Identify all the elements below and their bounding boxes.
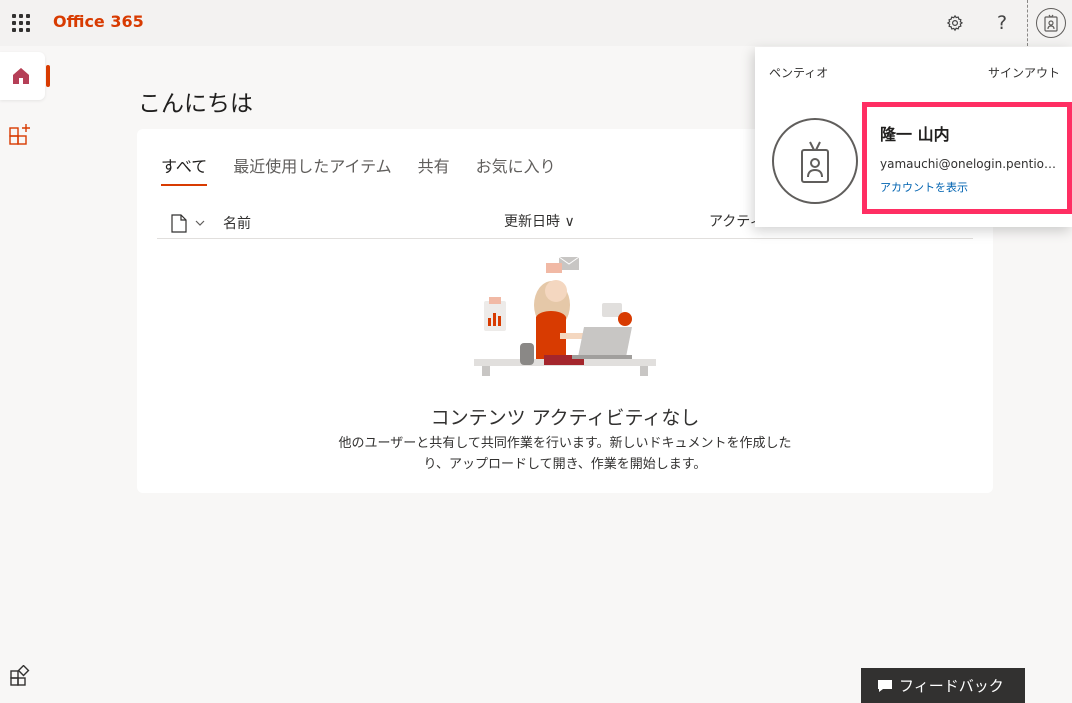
get-apps-icon[interactable] — [9, 665, 31, 687]
gear-icon[interactable] — [941, 9, 969, 37]
nav-selected-indicator — [46, 65, 50, 87]
apps-icon[interactable] — [8, 121, 34, 147]
tab-favorites[interactable]: お気に入り — [476, 153, 556, 186]
empty-state-description: 他のユーザーと共有して共同作業を行います。新しいドキュメントを作成したり、アップ… — [338, 436, 792, 472]
sign-out-link[interactable]: サインアウト — [988, 64, 1060, 81]
feedback-button[interactable]: フィードバック — [861, 668, 1025, 703]
filter-tabs: すべて 最近使用したアイテム 共有 お気に入り — [161, 153, 582, 186]
home-icon — [13, 68, 29, 84]
app-launcher-icon[interactable] — [12, 14, 30, 32]
help-icon[interactable]: ? — [988, 9, 1016, 37]
nav-home-button[interactable] — [0, 52, 45, 100]
file-type-column[interactable] — [171, 213, 211, 233]
account-panel: ペンティオ サインアウト 隆一 山内 yamauchi@onelogin.pen… — [755, 47, 1072, 227]
account-email: yamauchi@onelogin.pentio… — [880, 157, 1057, 171]
name-column-header[interactable]: 名前 — [223, 213, 251, 233]
account-manager-icon[interactable] — [1036, 8, 1066, 38]
greeting-heading: こんにちは — [138, 91, 253, 117]
avatar[interactable] — [772, 118, 858, 204]
empty-state-title: コンテンツ アクティビティなし — [430, 407, 700, 429]
feedback-label: フィードバック — [899, 677, 1004, 695]
tab-recent[interactable]: 最近使用したアイテム — [233, 153, 391, 186]
organization-name: ペンティオ — [769, 66, 829, 80]
chevron-down-icon — [195, 220, 205, 226]
badge-icon — [801, 141, 829, 183]
view-account-link[interactable]: アカウントを表示 — [880, 179, 1059, 195]
modified-column-header[interactable]: 更新日時 ∨ — [504, 211, 575, 231]
tab-all[interactable]: すべて — [161, 153, 208, 186]
account-display-name: 隆一 山内 — [880, 125, 950, 144]
document-icon — [171, 213, 187, 233]
account-info-highlight: 隆一 山内 yamauchi@onelogin.pentio… アカウントを表示 — [862, 102, 1072, 214]
focus-divider — [1027, 0, 1028, 46]
empty-state-illustration — [474, 256, 656, 376]
tab-shared[interactable]: 共有 — [418, 153, 450, 186]
top-bar: Office 365 ? — [0, 0, 1072, 46]
app-title[interactable]: Office 365 — [53, 12, 144, 31]
comment-icon — [878, 679, 892, 692]
